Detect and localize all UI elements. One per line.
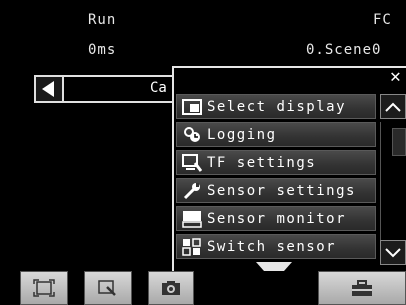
scroll-up-button[interactable] bbox=[380, 94, 406, 119]
logging-icon bbox=[181, 126, 203, 144]
camera-icon bbox=[162, 281, 180, 295]
menu-item-switch-sensor[interactable]: Switch sensor bbox=[176, 234, 376, 259]
switch-sensor-icon bbox=[181, 237, 203, 256]
chevron-down-icon bbox=[385, 247, 401, 257]
wrench-icon bbox=[181, 182, 203, 200]
zoom-area-button[interactable] bbox=[84, 271, 132, 305]
time-status: 0ms bbox=[88, 42, 117, 58]
menu-item-logging[interactable]: Logging bbox=[176, 122, 376, 147]
menu-item-label: Select display bbox=[207, 98, 347, 115]
more-items-indicator bbox=[256, 262, 292, 271]
display-select-icon bbox=[181, 98, 203, 116]
menu-item-label: Sensor monitor bbox=[207, 210, 347, 227]
scroll-down-button[interactable] bbox=[380, 240, 406, 265]
category-label: Ca bbox=[150, 80, 167, 96]
scroll-thumb[interactable] bbox=[392, 128, 406, 156]
tools-icon bbox=[352, 280, 372, 296]
menu-item-label: Logging bbox=[207, 126, 277, 143]
menu-item-tf-settings[interactable]: TF settings bbox=[176, 150, 376, 175]
run-status: Run bbox=[88, 12, 117, 28]
chevron-up-icon bbox=[385, 102, 401, 112]
fit-screen-button[interactable] bbox=[20, 271, 68, 305]
tools-button[interactable] bbox=[318, 271, 406, 305]
left-arrow-icon bbox=[42, 81, 54, 97]
tf-settings-icon bbox=[181, 153, 203, 172]
back-button[interactable] bbox=[34, 75, 64, 103]
capture-button[interactable] bbox=[148, 271, 194, 305]
menu-item-sensor-settings[interactable]: Sensor settings bbox=[176, 178, 376, 203]
close-icon[interactable]: ✕ bbox=[390, 68, 401, 86]
monitor-icon bbox=[181, 210, 203, 228]
menu-item-label: Switch sensor bbox=[207, 238, 337, 255]
zoom-area-icon bbox=[98, 280, 116, 296]
menu-item-label: Sensor settings bbox=[207, 182, 356, 199]
menu-item-label: TF settings bbox=[207, 154, 317, 171]
menu-item-select-display[interactable]: Select display bbox=[176, 94, 376, 119]
menu-item-sensor-monitor[interactable]: Sensor monitor bbox=[176, 206, 376, 231]
fit-screen-icon bbox=[33, 279, 55, 297]
fc-status: FC bbox=[373, 12, 392, 28]
scene-status: 0.Scene0 bbox=[306, 42, 382, 58]
